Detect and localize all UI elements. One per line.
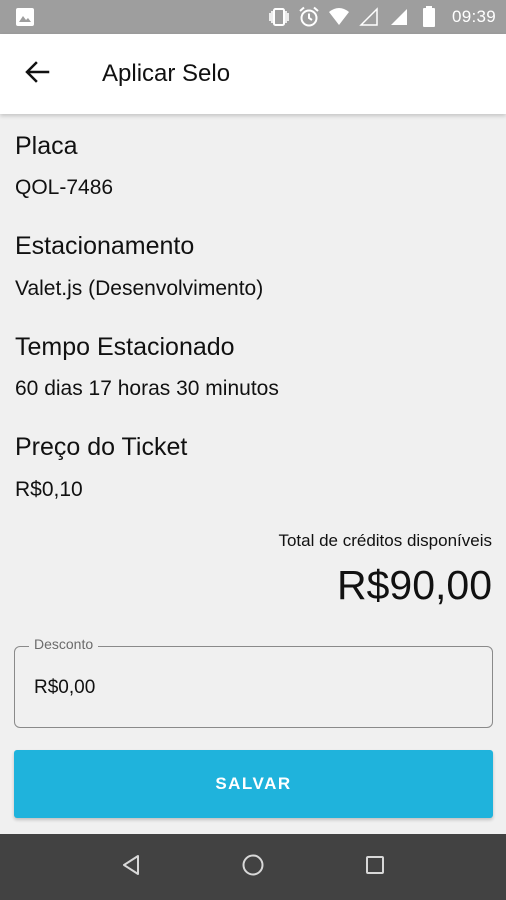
home-circle-icon <box>241 853 265 882</box>
nav-recents-button[interactable] <box>345 837 405 897</box>
ticket-price-value: R$0,10 <box>15 478 83 501</box>
main-content: Placa QOL-7486 Estacionamento Valet.js (… <box>0 114 506 834</box>
nav-back-button[interactable] <box>101 837 161 897</box>
discount-field[interactable]: Desconto <box>14 636 493 728</box>
vibrate-icon <box>268 6 290 28</box>
credits-label: Total de créditos disponíveis <box>278 531 492 550</box>
plate-label: Placa <box>15 132 78 160</box>
back-button[interactable] <box>0 34 74 114</box>
parking-time-label: Tempo Estacionado <box>15 333 235 361</box>
back-triangle-icon <box>121 854 141 881</box>
credits-value: R$90,00 <box>336 562 492 608</box>
status-bar: 09:39 <box>0 0 506 34</box>
signal-icon <box>388 6 410 28</box>
arrow-back-icon <box>24 59 50 90</box>
signal-icon <box>358 6 380 28</box>
status-time: 09:39 <box>451 7 496 26</box>
discount-input[interactable] <box>34 677 464 699</box>
parking-label: Estacionamento <box>15 232 195 260</box>
nav-home-button[interactable] <box>223 837 283 897</box>
ticket-price-label: Preço do Ticket <box>15 433 188 461</box>
image-icon <box>14 6 36 28</box>
app-bar: Aplicar Selo <box>0 34 506 114</box>
save-button[interactable]: SALVAR <box>14 750 493 818</box>
plate-value: QOL-7486 <box>15 176 114 199</box>
recents-square-icon <box>365 855 385 880</box>
battery-icon <box>418 6 440 28</box>
parking-time-value: 60 dias 17 horas 30 minutos <box>15 377 279 400</box>
discount-label: Desconto <box>29 636 99 652</box>
parking-value: Valet.js (Desenvolvimento) <box>15 277 264 300</box>
navigation-bar <box>0 834 506 900</box>
wifi-icon <box>328 6 350 28</box>
alarm-icon <box>298 6 320 28</box>
page-title: Aplicar Selo <box>102 60 231 87</box>
